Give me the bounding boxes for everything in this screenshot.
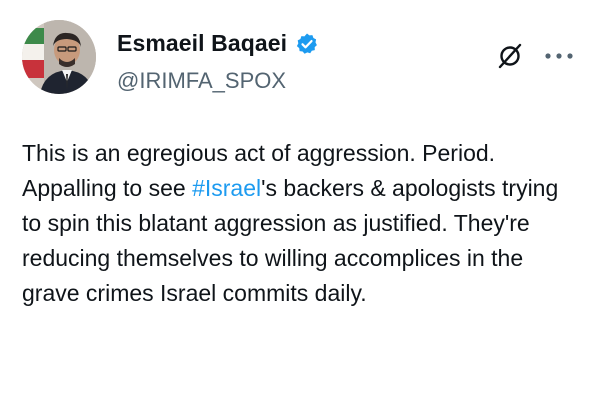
avatar[interactable] [22, 20, 96, 94]
grok-icon[interactable] [496, 42, 524, 70]
hashtag-link[interactable]: #Israel [192, 175, 261, 201]
tweet-text: This is an egregious act of aggression. … [22, 136, 582, 311]
handle[interactable]: @IRIMFA_SPOX [117, 68, 286, 94]
display-name[interactable]: Esmaeil Baqaei [117, 30, 287, 57]
name-row: Esmaeil Baqaei [117, 30, 319, 57]
verified-badge-icon [297, 33, 318, 54]
tweet-header: Esmaeil Baqaei @IRIMFA_SPOX [22, 20, 578, 96]
avatar-image [22, 20, 96, 94]
tweet-card: Esmaeil Baqaei @IRIMFA_SPOX This is an e… [0, 0, 600, 400]
footer-spacer [0, 390, 600, 400]
more-options-icon[interactable] [542, 46, 576, 66]
